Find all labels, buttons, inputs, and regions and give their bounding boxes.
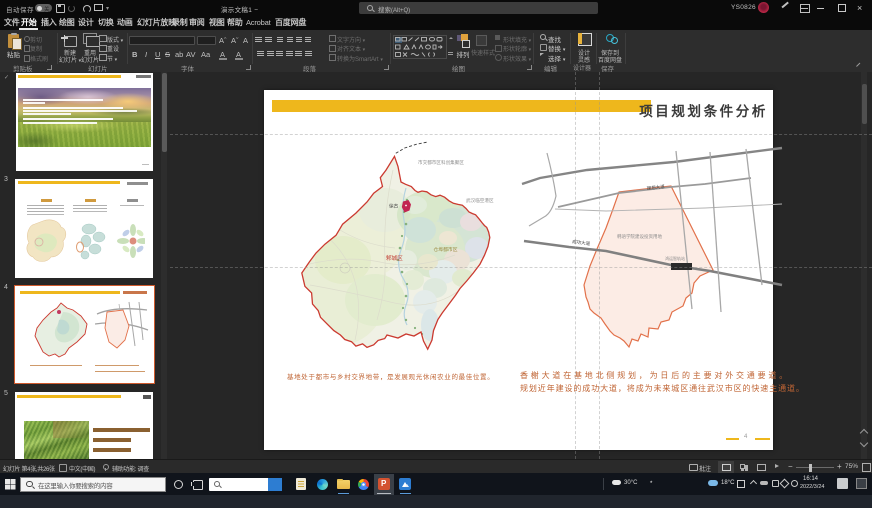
svg-text:韩语学院建设投资用地: 韩语学院建设投资用地 xyxy=(617,233,662,240)
svg-text:邾城区: 邾城区 xyxy=(386,254,403,262)
svg-text:徐古: 徐古 xyxy=(389,203,399,210)
svg-text:武汉临空港区: 武汉临空港区 xyxy=(466,197,494,204)
svg-text:鸿运智轨站: 鸿运智轨站 xyxy=(665,255,685,261)
svg-text:市交都市区科创集聚区: 市交都市区科创集聚区 xyxy=(418,159,464,166)
svg-text:仓埠都市区: 仓埠都市区 xyxy=(434,246,458,253)
